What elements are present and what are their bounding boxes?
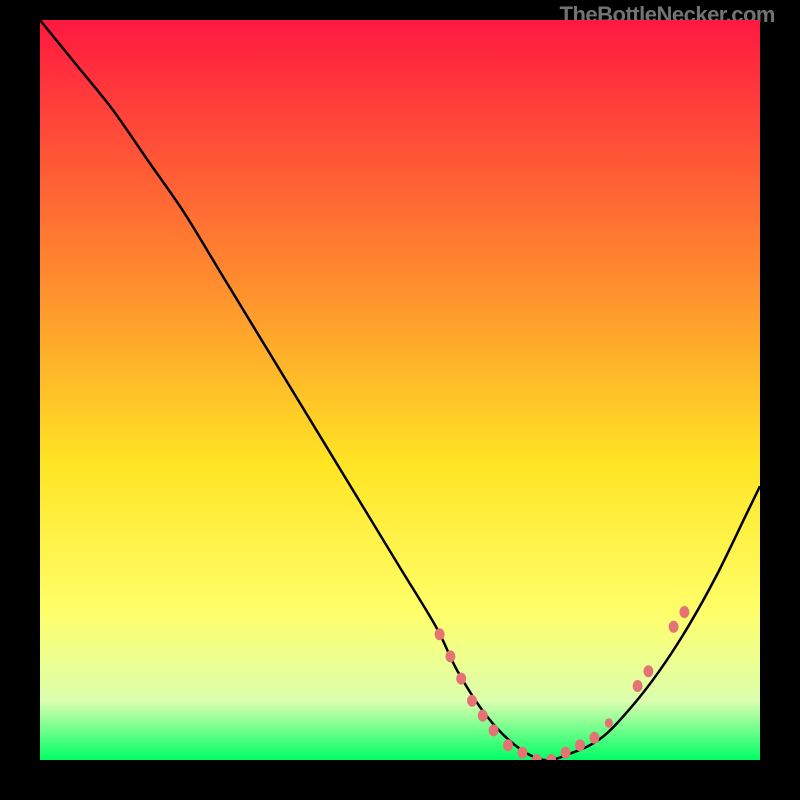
data-marker (467, 695, 477, 707)
data-marker (478, 710, 488, 722)
data-marker (517, 747, 527, 759)
chart-container: TheBottleNecker.com (0, 0, 800, 800)
data-marker (589, 732, 599, 744)
data-marker (643, 665, 653, 677)
data-marker (445, 650, 455, 662)
data-marker (561, 747, 571, 759)
data-marker (435, 628, 445, 640)
chart-svg (40, 20, 760, 760)
data-marker (575, 739, 585, 751)
plot-area (40, 20, 760, 760)
data-marker (669, 621, 679, 633)
data-marker (456, 673, 466, 685)
data-marker (633, 680, 643, 692)
data-marker (489, 724, 499, 736)
data-marker (605, 718, 613, 728)
data-marker (503, 739, 513, 751)
data-marker (679, 606, 689, 618)
gradient-background (40, 20, 760, 760)
